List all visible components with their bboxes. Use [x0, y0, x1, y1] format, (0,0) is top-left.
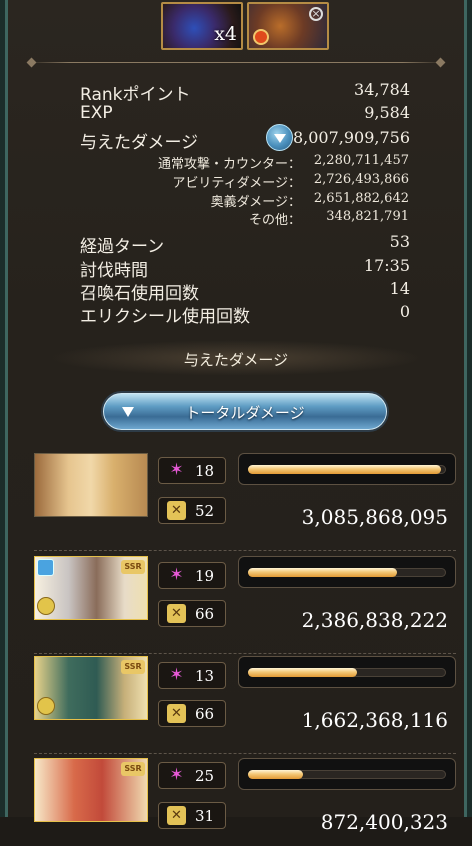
damage-value: 3,085,868,095 — [301, 505, 448, 529]
sub-label: その他： — [248, 213, 301, 228]
section-title: 与えたダメージ — [183, 351, 289, 369]
character-row: SSR ✶ 19 ✕ 66 2,386,838,222 — [34, 556, 456, 654]
sub-label: 通常攻撃・カウンター： — [157, 157, 301, 172]
damage-value: 2,386,838,222 — [301, 608, 448, 632]
ability-count: 66 — [195, 705, 215, 723]
character-row: SSR ✶ 13 ✕ 66 1,662,368,116 — [34, 656, 456, 754]
ougi-icon: ✶ — [169, 460, 184, 480]
sub-label: 奥義ダメージ： — [210, 195, 301, 210]
damage-value: 1,662,368,116 — [301, 708, 448, 732]
divider — [34, 753, 456, 754]
stat-label: EXP — [80, 103, 113, 123]
stat-label: 経過ターン — [80, 237, 165, 257]
damage-bar-fill — [248, 770, 304, 779]
divider — [34, 653, 456, 654]
rarity-badge: SSR — [121, 660, 145, 674]
stat-value: 34,784 — [354, 80, 410, 99]
stat-value: 8,007,909,756 — [292, 128, 410, 147]
damage-bar-fill — [248, 568, 397, 577]
ougi-counter: ✶ 18 — [158, 457, 226, 484]
rarity-badge: SSR — [121, 560, 145, 574]
damage-value: 872,400,323 — [320, 810, 448, 834]
plus-badge-icon — [37, 697, 55, 715]
result-panel: x4 × Rankポイント 34,784 EXP 9,584 与えたダメージ 8… — [0, 0, 472, 834]
ability-counter: ✕ 66 — [158, 600, 226, 627]
stat-label: Rankポイント — [80, 85, 191, 105]
ougi-counter: ✶ 25 — [158, 762, 226, 789]
sub-value: 2,651,882,642 — [313, 191, 409, 206]
divider — [34, 550, 456, 551]
damage-bar-fill — [248, 668, 357, 677]
sub-value: 348,821,791 — [326, 209, 409, 224]
sub-value: 2,280,711,457 — [313, 153, 409, 168]
divider — [28, 62, 444, 63]
ability-counter: ✕ 66 — [158, 700, 226, 727]
damage-bar — [238, 656, 456, 688]
ougi-icon: ✶ — [169, 665, 184, 685]
character-portrait — [34, 453, 148, 517]
ability-icon: ✕ — [167, 704, 186, 723]
stat-label: 召喚石使用回数 — [80, 284, 199, 304]
ougi-count: 25 — [195, 767, 215, 785]
damage-breakdown-toggle[interactable] — [266, 124, 293, 151]
item-tile-summon[interactable]: x4 — [161, 2, 243, 50]
sub-value: 2,726,493,866 — [313, 172, 409, 187]
ougi-count: 13 — [195, 667, 215, 685]
fire-element-icon — [253, 29, 269, 45]
ability-counter: ✕ 52 — [158, 497, 226, 524]
damage-bar — [238, 758, 456, 790]
ability-count: 31 — [195, 807, 215, 825]
character-portrait: SSR — [34, 556, 148, 620]
stat-value: 53 — [389, 232, 410, 251]
close-icon[interactable]: × — [309, 7, 323, 21]
element-icon — [37, 559, 54, 576]
item-tile-treasure[interactable]: × — [247, 2, 329, 50]
ability-count: 66 — [195, 605, 215, 623]
damage-bar — [238, 556, 456, 588]
stat-label: 討伐時間 — [80, 261, 148, 281]
ougi-icon: ✶ — [169, 565, 184, 585]
stat-value: 0 — [399, 302, 410, 321]
character-portrait: SSR — [34, 758, 148, 822]
damage-bar-fill — [248, 465, 442, 474]
character-portrait: SSR — [34, 656, 148, 720]
ougi-counter: ✶ 13 — [158, 662, 226, 689]
plus-badge-icon — [37, 597, 55, 615]
stat-label: エリクシール使用回数 — [80, 307, 250, 327]
stat-value: 17:35 — [363, 256, 410, 275]
ougi-count: 19 — [195, 567, 215, 585]
ability-count: 52 — [195, 502, 215, 520]
ougi-count: 18 — [195, 462, 215, 480]
item-count: x4 — [214, 23, 237, 45]
ougi-icon: ✶ — [169, 765, 184, 785]
ability-icon: ✕ — [167, 501, 186, 520]
stat-label: 与えたダメージ — [80, 133, 199, 153]
sort-button-label: トータルダメージ — [185, 404, 305, 422]
ability-icon: ✕ — [167, 604, 186, 623]
sub-label: アビリティダメージ： — [172, 176, 301, 191]
ability-counter: ✕ 31 — [158, 802, 226, 829]
stat-value: 9,584 — [364, 103, 410, 122]
character-row: ✶ 18 ✕ 52 3,085,868,095 — [34, 453, 456, 551]
ougi-counter: ✶ 19 — [158, 562, 226, 589]
stat-value: 14 — [389, 279, 410, 298]
rarity-badge: SSR — [121, 762, 145, 776]
ability-icon: ✕ — [167, 806, 186, 825]
character-row: SSR ✶ 25 ✕ 31 872,400,323 — [34, 758, 456, 846]
section-header: 与えたダメージ — [48, 340, 424, 376]
sort-total-damage-button[interactable]: トータルダメージ — [103, 393, 387, 430]
damage-bar — [238, 453, 456, 485]
